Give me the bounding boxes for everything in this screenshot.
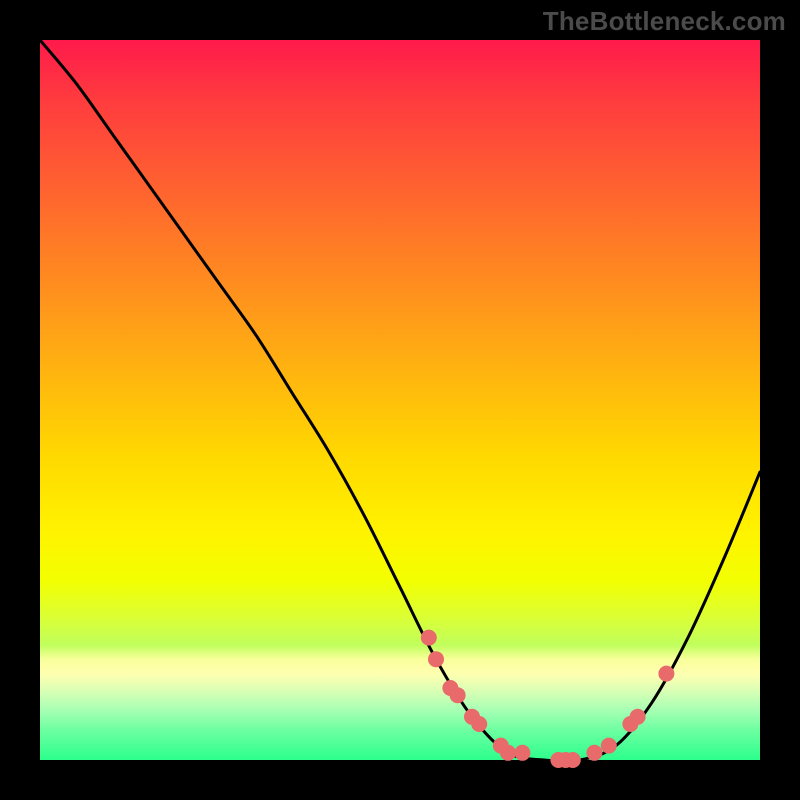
highlight-point bbox=[630, 709, 646, 725]
highlight-point bbox=[500, 745, 516, 761]
highlight-point bbox=[421, 630, 437, 646]
chart-frame: TheBottleneck.com bbox=[0, 0, 800, 800]
highlighted-points-group bbox=[421, 630, 675, 768]
highlight-point bbox=[586, 745, 602, 761]
chart-svg bbox=[40, 40, 760, 760]
highlight-point bbox=[514, 745, 530, 761]
plot-area bbox=[40, 40, 760, 760]
highlight-point bbox=[601, 738, 617, 754]
highlight-point bbox=[565, 752, 581, 768]
highlight-point bbox=[471, 716, 487, 732]
highlight-point bbox=[658, 666, 674, 682]
highlight-point bbox=[450, 687, 466, 703]
attribution-text: TheBottleneck.com bbox=[543, 6, 786, 37]
highlight-point bbox=[428, 651, 444, 667]
bottleneck-curve-line bbox=[40, 40, 760, 761]
